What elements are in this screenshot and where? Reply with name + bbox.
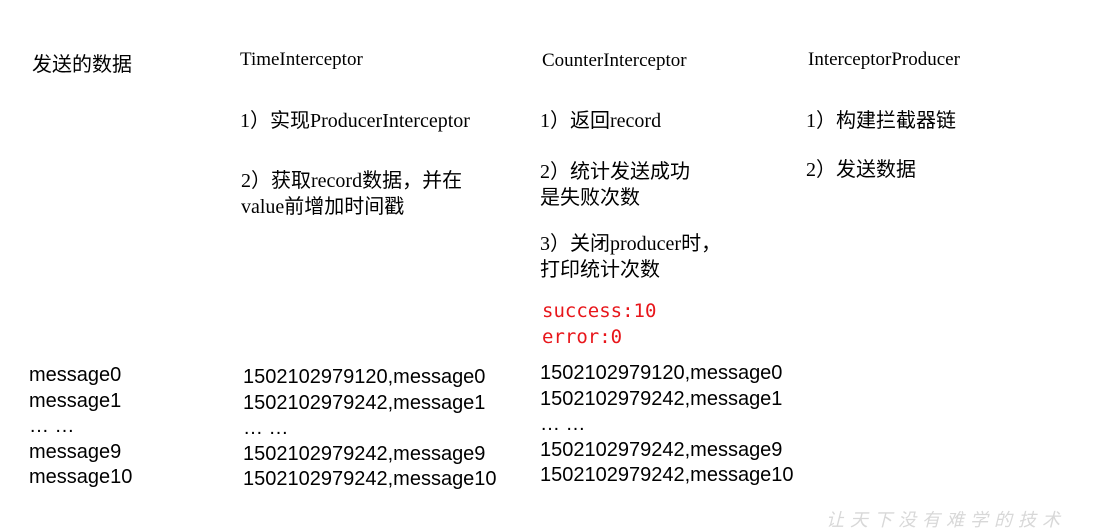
time-interceptor-header: TimeInterceptor (240, 49, 363, 70)
interceptor-producer-step-1: 1）构建拦截器链 (806, 110, 956, 132)
list-item: 1502102979242,message10 (540, 464, 794, 486)
watermark: 让天下没有难学的技术 (826, 510, 1066, 530)
interceptor-producer-header: InterceptorProducer (808, 49, 960, 70)
list-item: message9 (29, 440, 122, 463)
list-item: message1 (29, 389, 122, 412)
counter-output: success:10 error:0 (542, 298, 656, 350)
counter-interceptor-step-3-line-1: 3）关闭producer时， (540, 233, 722, 255)
list-item: message0 (29, 364, 122, 386)
list-item: 1502102979242,message9 (243, 442, 486, 465)
counter-interceptor-step-1: 1）返回record (540, 110, 662, 132)
data-message-list: message0 message1 … … message9 message10 (29, 363, 132, 491)
list-item: 1502102979120,message0 (243, 366, 486, 388)
time-interceptor-step-1: 1）实现ProducerInterceptor (240, 110, 470, 132)
list-item: 1502102979242,message1 (243, 391, 486, 414)
list-item: … … (243, 417, 289, 439)
counter-interceptor-header: CounterInterceptor (542, 50, 687, 71)
interceptor-producer-step-2: 2）发送数据 (806, 159, 916, 181)
counter-output-success: success:10 (542, 300, 657, 322)
counter-interceptor-step-3: 3）关闭producer时， 打印统计次数 (540, 231, 721, 283)
list-item: … … (540, 413, 586, 435)
time-interceptor-step-2-line-2: value前增加时间戳 (241, 196, 405, 218)
list-item: 1502102979242,message9 (540, 438, 783, 461)
list-item: 1502102979242,message10 (243, 468, 497, 490)
time-interceptor-step-2-line-1: 2）获取record数据，并在 (241, 170, 463, 192)
counter-interceptor-step-3-line-2: 打印统计次数 (540, 259, 660, 281)
list-item: 1502102979120,message0 (540, 362, 783, 384)
counter-interceptor-step-2-line-2: 是失败次数 (540, 187, 640, 209)
counter-interceptor-step-2-line-1: 2）统计发送成功 (540, 161, 690, 183)
list-item: 1502102979242,message1 (540, 387, 783, 410)
counter-interceptor-step-2: 2）统计发送成功 是失败次数 (540, 159, 690, 211)
list-item: … … (29, 415, 75, 437)
data-column-header: 发送的数据 (32, 54, 132, 76)
counter-output-error: error:0 (542, 326, 623, 348)
counter-message-list: 1502102979120,message0 1502102979242,mes… (540, 361, 794, 489)
time-interceptor-step-2: 2）获取record数据，并在 value前增加时间戳 (241, 168, 462, 220)
time-message-list: 1502102979120,message0 1502102979242,mes… (243, 365, 497, 493)
list-item: message10 (29, 466, 133, 488)
